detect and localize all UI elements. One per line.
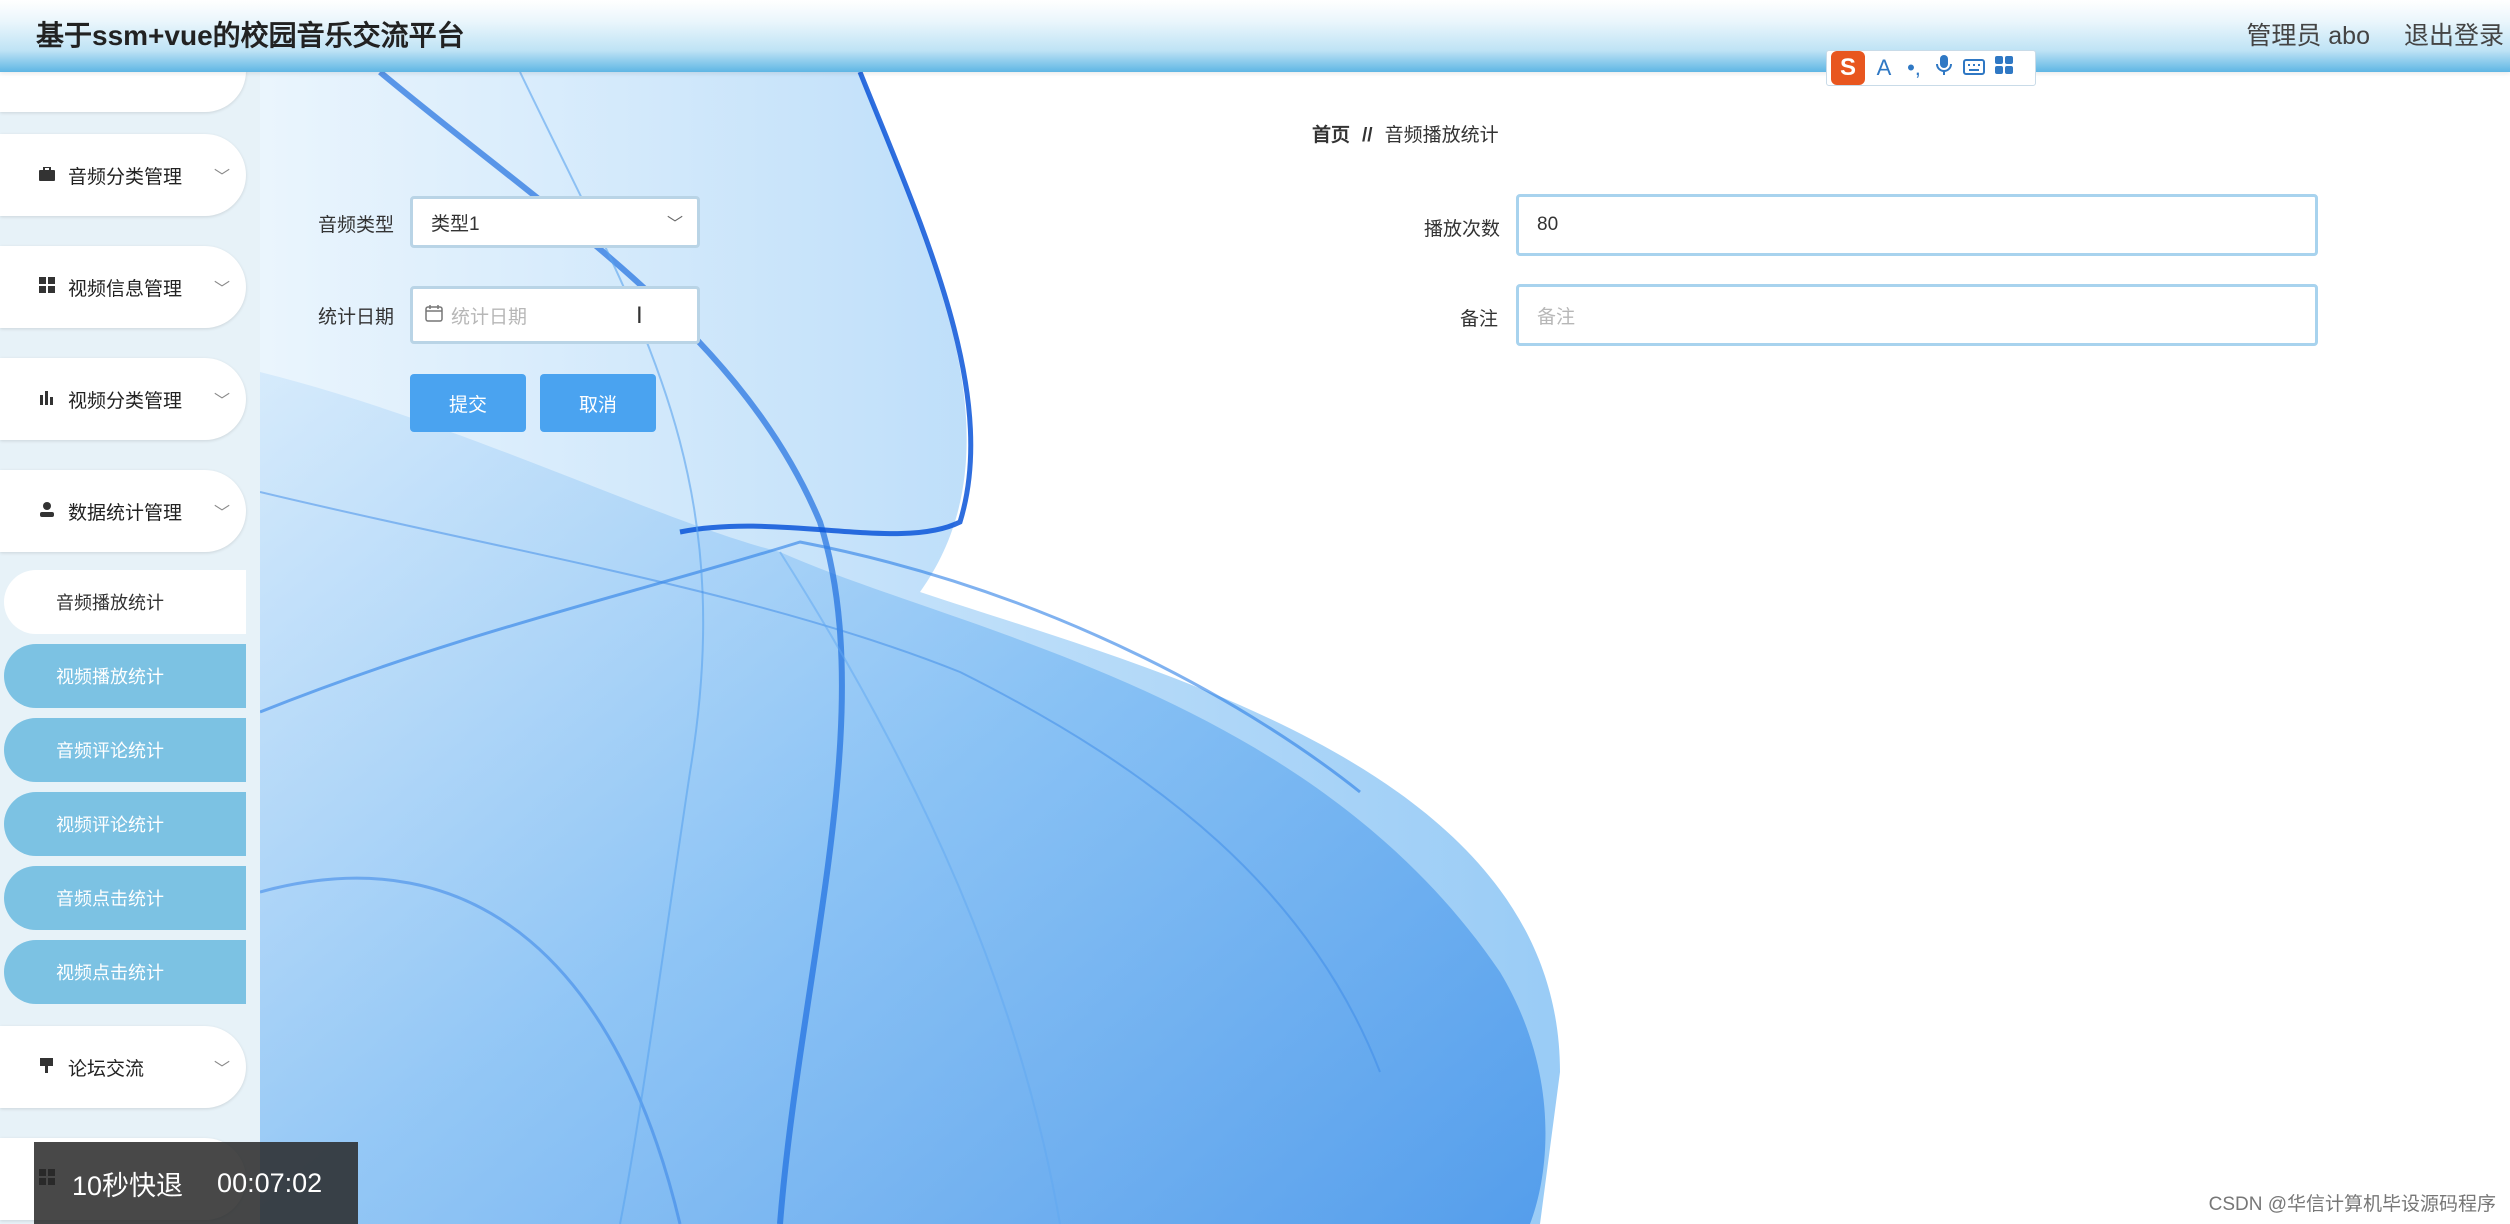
microphone-icon[interactable] xyxy=(1933,54,1955,82)
flag-icon xyxy=(36,1057,58,1078)
app-title: 基于ssm+vue的校园音乐交流平台 xyxy=(36,20,465,51)
submenu-video-comment-stats[interactable]: 视频评论统计 xyxy=(4,792,246,856)
keyboard-icon[interactable] xyxy=(1963,55,1985,81)
sidebar-item-label: 数据统计管理 xyxy=(68,502,183,524)
video-player-overlay: 10秒快退 00:07:02 xyxy=(34,1142,358,1224)
video-timestamp: 00:07:02 xyxy=(217,1167,323,1198)
sidebar-item-label: 视频信息管理 xyxy=(68,278,183,300)
breadcrumb-separator: // xyxy=(1362,125,1373,146)
chevron-down-icon: ﹀ xyxy=(213,505,230,522)
sidebar-item-video-info[interactable]: 视频信息管理 ﹀ xyxy=(0,246,246,328)
chevron-down-icon: ﹀ xyxy=(213,393,230,410)
stat-date-label: 统计日期 xyxy=(318,307,395,328)
stat-date-input[interactable]: 统计日期 xyxy=(410,286,700,344)
current-user: 管理员 abo xyxy=(2246,22,2370,50)
sidebar-item-video-category[interactable]: 视频分类管理 ﹀ xyxy=(0,358,246,440)
briefcase-icon xyxy=(36,165,58,186)
breadcrumb-home-link[interactable]: 首页 xyxy=(1312,125,1350,146)
remark-placeholder: 备注 xyxy=(1537,306,1576,328)
sogou-logo-icon[interactable]: S xyxy=(1831,51,1865,85)
sidebar-item-label: 视频分类管理 xyxy=(68,390,183,412)
sidebar-item-forum[interactable]: 论坛交流 ﹀ xyxy=(0,1026,246,1108)
user-icon xyxy=(36,501,58,522)
chevron-down-icon: ﹀ xyxy=(213,281,230,298)
cancel-button[interactable]: 取消 xyxy=(540,374,656,432)
remark-label: 备注 xyxy=(1460,309,1499,330)
submenu-audio-comment-stats[interactable]: 音频评论统计 xyxy=(4,718,246,782)
top-header: 基于ssm+vue的校园音乐交流平台 管理员 abo 退出登录 xyxy=(0,0,2510,72)
grid-icon xyxy=(36,276,58,298)
audio-type-label: 音频类型 xyxy=(318,215,395,236)
remark-input[interactable]: 备注 xyxy=(1516,284,2318,346)
rewind-10s-button[interactable]: 10秒快退 xyxy=(72,1164,183,1203)
sidebar-item-audio-category[interactable]: 音频分类管理 ﹀ xyxy=(0,134,246,216)
submenu-video-click-stats[interactable]: 视频点击统计 xyxy=(4,940,246,1004)
play-count-label: 播放次数 xyxy=(1424,219,1501,240)
sidebar-item-data-stats[interactable]: 数据统计管理 ﹀ xyxy=(0,470,246,552)
punctuation-icon[interactable]: •, xyxy=(1903,55,1925,81)
breadcrumb: 首页 // 音频播放统计 xyxy=(1312,120,1499,147)
play-count-value: 80 xyxy=(1537,214,1559,235)
chevron-down-icon: ﹀ xyxy=(666,216,683,233)
submenu-audio-click-stats[interactable]: 音频点击统计 xyxy=(4,866,246,930)
breadcrumb-current: 音频播放统计 xyxy=(1384,125,1499,146)
logout-link[interactable]: 退出登录 xyxy=(2404,16,2504,52)
csdn-watermark: CSDN @华信计算机毕设源码程序 xyxy=(2208,1194,2496,1215)
audio-type-value: 类型1 xyxy=(431,213,480,235)
sidebar-item-top-partial[interactable] xyxy=(0,72,246,112)
sidebar-item-label: 论坛交流 xyxy=(68,1058,145,1080)
chevron-down-icon: ﹀ xyxy=(213,1061,230,1078)
submenu-audio-play-stats[interactable]: 音频播放统计 xyxy=(4,570,246,634)
grid-icon[interactable] xyxy=(1993,55,2015,81)
audio-type-select[interactable]: 类型1 ﹀ xyxy=(410,196,700,248)
bar-chart-icon xyxy=(36,389,58,410)
font-icon[interactable]: A xyxy=(1873,55,1895,81)
stat-date-placeholder: 统计日期 xyxy=(451,306,528,328)
sidebar: 音频分类管理 ﹀ 视频信息管理 ﹀ 视频分类管理 ﹀ 数据统计管理 ﹀ 音频播放… xyxy=(0,72,260,1224)
text-cursor-icon: I xyxy=(636,302,643,329)
play-count-input[interactable]: 80 xyxy=(1516,194,2318,256)
submenu-video-play-stats[interactable]: 视频播放统计 xyxy=(4,644,246,708)
sidebar-item-label: 音频分类管理 xyxy=(68,166,183,188)
ime-toolbar: S A •, xyxy=(1826,50,2036,86)
submit-button[interactable]: 提交 xyxy=(410,374,526,432)
chevron-down-icon: ﹀ xyxy=(213,169,230,186)
calendar-icon xyxy=(425,304,443,327)
